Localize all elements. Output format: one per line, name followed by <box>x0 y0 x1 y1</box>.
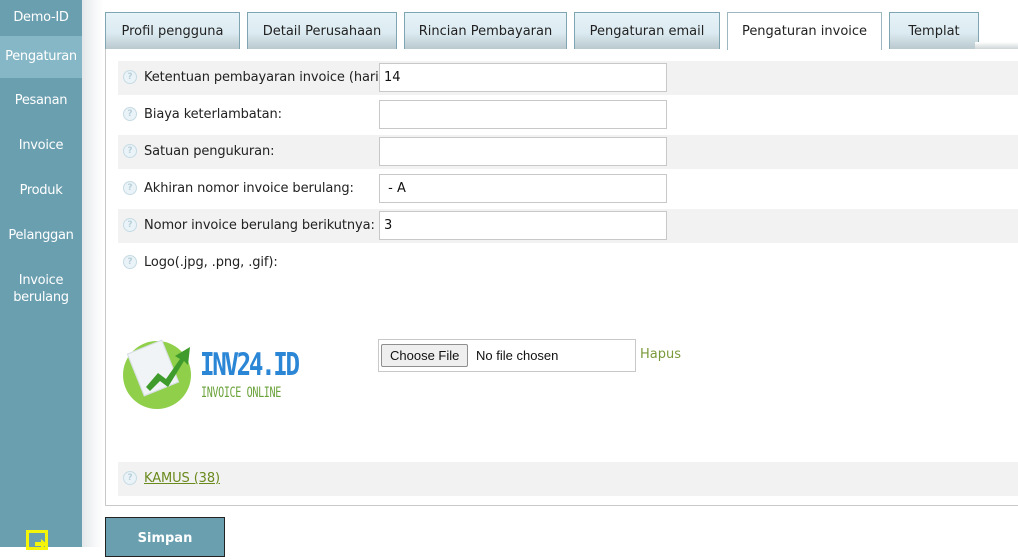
form-row: ? Logo(.jpg, .png, .gif): <box>118 246 1018 280</box>
sidebar-brand: Demo-ID <box>13 10 69 25</box>
sidebar-item-invoice-berulang[interactable]: Invoice berulang <box>0 258 82 318</box>
recurring-suffix-input[interactable] <box>379 174 667 203</box>
help-icon[interactable]: ? <box>123 107 137 121</box>
tab-detail-perusahaan[interactable]: Detail Perusahaan <box>247 12 397 49</box>
tab-pengaturan-email[interactable]: Pengaturan email <box>574 12 720 49</box>
sidebar-item-label: Invoice berulang <box>13 273 69 305</box>
choose-file-button[interactable]: Choose File <box>381 344 469 367</box>
sidebar-item-pelanggan[interactable]: Pelanggan <box>0 213 82 258</box>
tab-profil-pengguna[interactable]: Profil pengguna <box>105 12 240 49</box>
recurring-suffix-label: Akhiran nomor invoice berulang: <box>144 181 354 196</box>
tab-bar: Profil pengguna Detail Perusahaan Rincia… <box>105 12 1018 50</box>
sidebar: Demo-ID Pengaturan Pesanan Invoice Produ… <box>0 0 82 550</box>
sidebar-item-pengaturan[interactable]: Pengaturan <box>0 36 82 78</box>
help-icon[interactable]: ? <box>123 144 137 158</box>
logo-sub-text: INVOICE ONLINE <box>201 385 281 401</box>
tab-rincian-pembayaran[interactable]: Rincian Pembayaran <box>404 12 567 49</box>
unit-input[interactable] <box>379 137 667 166</box>
logo-growth-arrow-icon <box>146 347 190 391</box>
sidebar-item-produk[interactable]: Produk <box>0 168 82 213</box>
payment-terms-label: Ketentuan pembayaran invoice (hari): <box>144 70 388 85</box>
tab-pengaturan-invoice[interactable]: Pengaturan invoice <box>727 12 882 50</box>
save-button[interactable]: Simpan <box>105 517 225 557</box>
sidebar-item-pesanan[interactable]: Pesanan <box>0 78 82 123</box>
form-row: ? KAMUS (38) <box>118 462 1018 496</box>
form-row: ? Nomor invoice berulang berikutnya: <box>118 209 1018 243</box>
remove-logo-link[interactable]: Hapus <box>640 347 681 362</box>
invoice-settings-panel: ? Ketentuan pembayaran invoice (hari): ?… <box>105 49 1018 506</box>
late-fee-label: Biaya keterlambatan: <box>144 107 282 122</box>
form-row: ? Akhiran nomor invoice berulang: <box>118 172 1018 206</box>
next-recurring-number-label: Nomor invoice berulang berikutnya: <box>144 218 375 233</box>
late-fee-input[interactable] <box>379 100 667 129</box>
help-icon[interactable]: ? <box>123 181 137 195</box>
help-icon[interactable]: ? <box>123 471 137 485</box>
sidebar-item-invoice[interactable]: Invoice <box>0 123 82 168</box>
kamus-link[interactable]: KAMUS (38) <box>144 471 220 486</box>
form-row: ? Satuan pengukuran: <box>118 135 1018 169</box>
logout-icon[interactable] <box>26 530 48 550</box>
help-icon[interactable]: ? <box>123 218 137 232</box>
form-row: ? Biaya keterlambatan: <box>118 98 1018 132</box>
payment-terms-input[interactable] <box>379 63 667 92</box>
tab-templat[interactable]: Templat <box>889 12 979 49</box>
tab-bar-edge <box>975 42 1018 49</box>
logo-file-input[interactable]: Choose File No file chosen <box>378 339 636 372</box>
next-recurring-number-input[interactable] <box>379 211 667 240</box>
logo-preview: INV24.ID INVOICE ONLINE <box>120 333 320 413</box>
sidebar-shadow <box>82 0 104 547</box>
logo-label: Logo(.jpg, .png, .gif): <box>144 255 278 270</box>
help-icon[interactable]: ? <box>123 255 137 269</box>
help-icon[interactable]: ? <box>123 70 137 84</box>
file-status: No file chosen <box>476 348 559 363</box>
form-row: ? Ketentuan pembayaran invoice (hari): <box>118 61 1018 95</box>
unit-label: Satuan pengukuran: <box>144 144 275 159</box>
logo-brand-text: INV24.ID <box>200 347 300 383</box>
